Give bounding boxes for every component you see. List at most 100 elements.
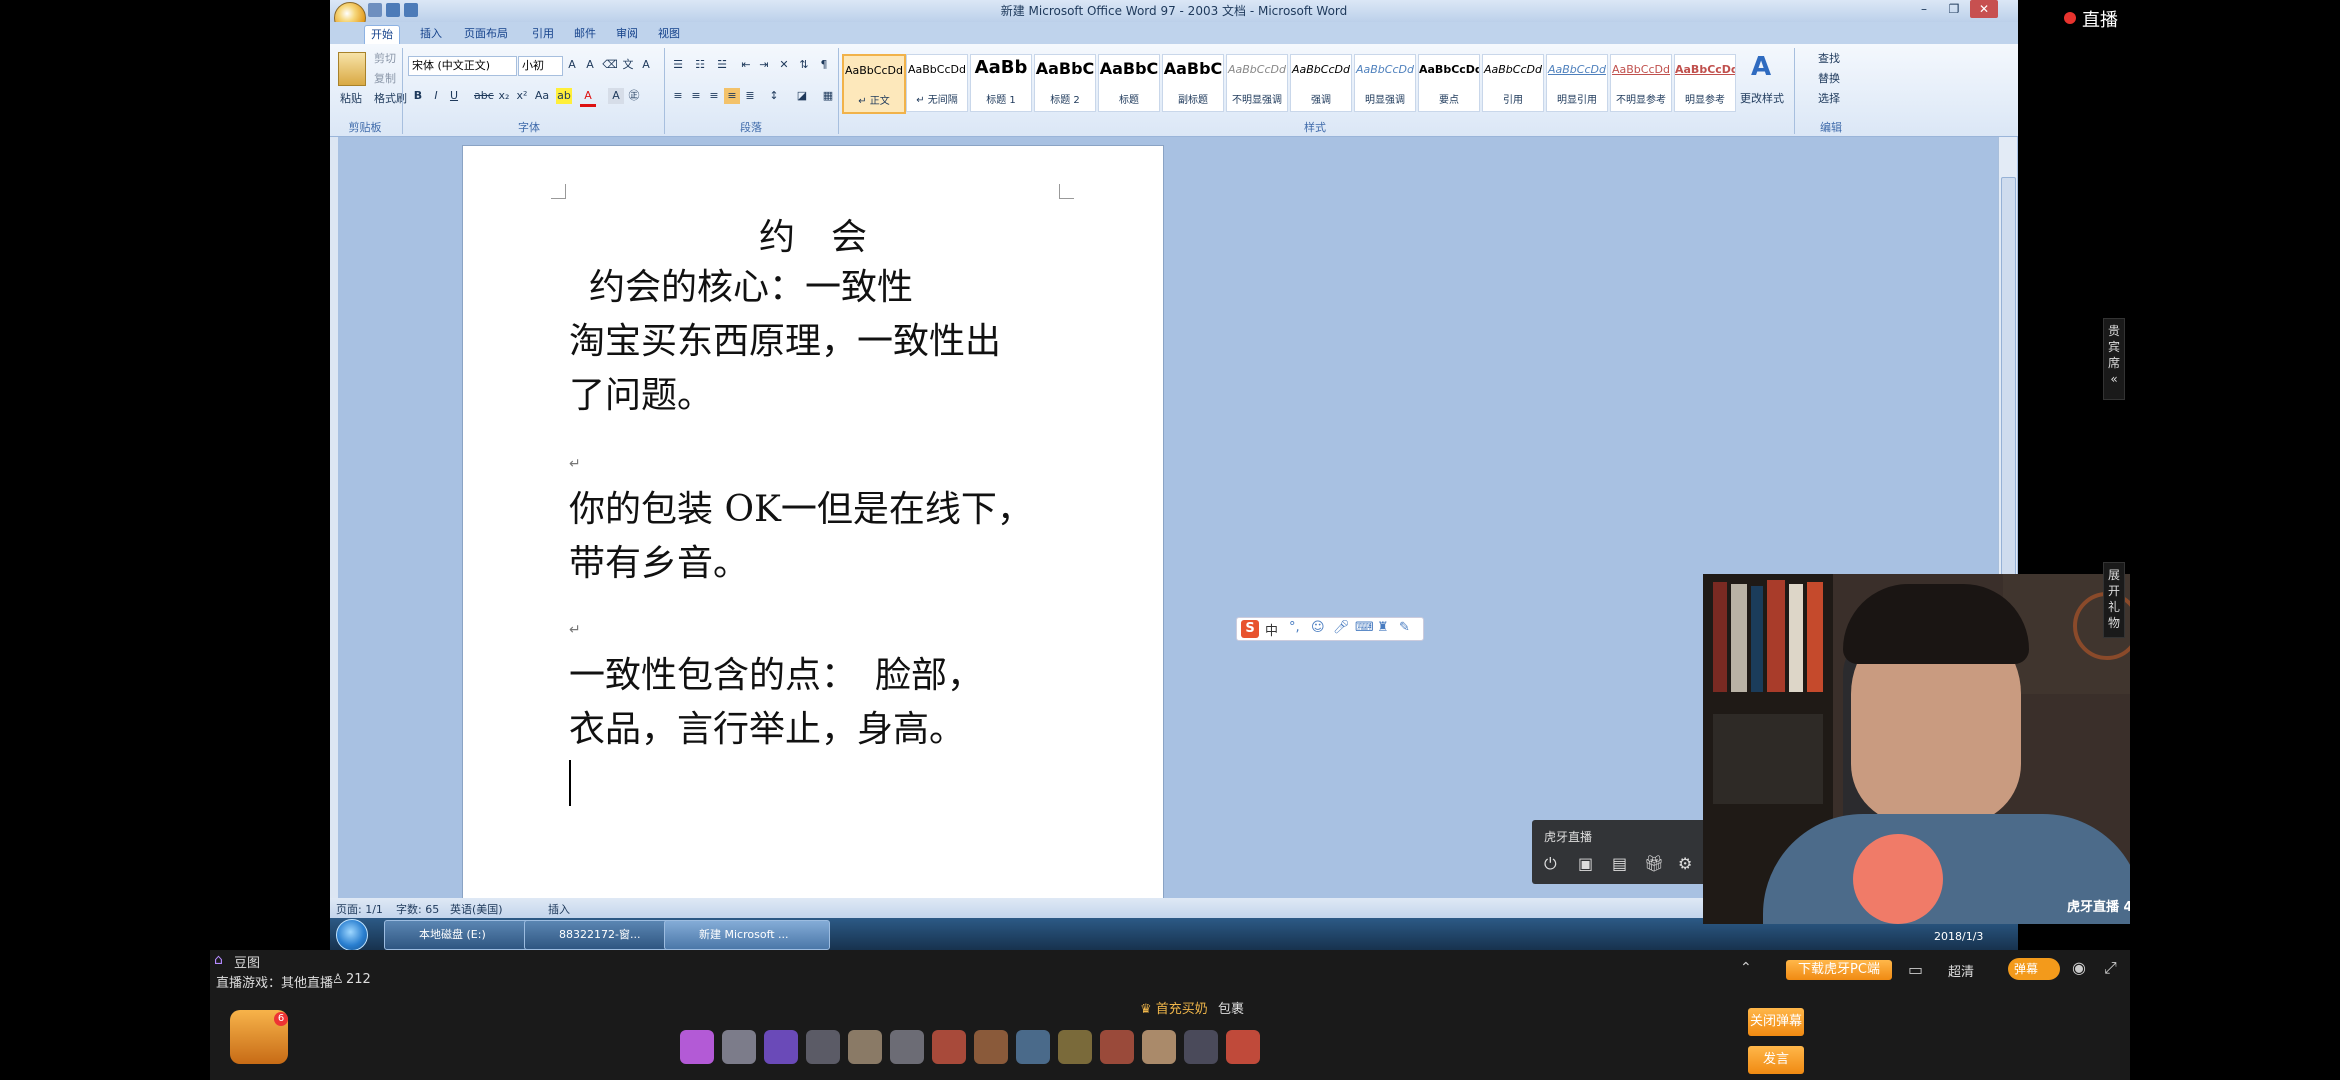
char-border-icon[interactable]: A bbox=[638, 57, 654, 73]
font-name-select[interactable]: 宋体 (中文正文) bbox=[408, 56, 517, 76]
underline-icon[interactable]: U bbox=[446, 88, 462, 104]
bullets-icon[interactable]: ☰ bbox=[670, 57, 686, 73]
grow-font-icon[interactable]: A bbox=[564, 57, 580, 73]
strikethrough-icon[interactable]: abc bbox=[474, 88, 494, 104]
package-link[interactable]: 包裹 bbox=[1218, 998, 1244, 1017]
shading-icon[interactable]: ◪ bbox=[794, 88, 810, 104]
settings-icon[interactable]: ⚙ bbox=[1678, 854, 1692, 873]
camera-icon[interactable]: ▤ bbox=[1612, 854, 1627, 873]
download-pc-button[interactable]: 下载虎牙PC端 bbox=[1786, 960, 1892, 980]
close-danmaku-button[interactable]: 关闭弹幕 bbox=[1748, 1008, 1804, 1036]
gift-item-icon[interactable] bbox=[1142, 1030, 1176, 1064]
chinese-layout-icon[interactable]: ✕ bbox=[776, 57, 792, 73]
change-styles-icon[interactable]: A bbox=[1746, 52, 1776, 82]
style-intense-emphasis[interactable]: AaBbCcDd 明显强调 bbox=[1354, 54, 1416, 112]
paste-label[interactable]: 粘贴 bbox=[340, 90, 362, 106]
gift-icon[interactable]: 🎁︎ bbox=[1644, 854, 1664, 873]
style-intense-quote[interactable]: AaBbCcDd 明显引用 bbox=[1546, 54, 1608, 112]
gift-item-icon[interactable] bbox=[932, 1030, 966, 1064]
style-strong[interactable]: AaBbCcDd 要点 bbox=[1418, 54, 1480, 112]
select-button[interactable]: 选择 bbox=[1818, 90, 1840, 106]
gift-item-icon[interactable] bbox=[1100, 1030, 1134, 1064]
ime-punct-icon[interactable]: °, bbox=[1289, 620, 1300, 635]
style-quote[interactable]: AaBbCcDd 引用 bbox=[1482, 54, 1544, 112]
channel-name[interactable]: 豆图 bbox=[234, 952, 260, 971]
start-button[interactable] bbox=[336, 919, 368, 950]
clear-format-icon[interactable]: ⌫ bbox=[602, 57, 618, 73]
tab-mailings[interactable]: 邮件 bbox=[568, 25, 602, 43]
quality-select[interactable]: 超清 bbox=[1948, 961, 1974, 980]
ime-skin-icon[interactable]: ♜ bbox=[1377, 620, 1389, 635]
ime-mode[interactable]: 中 bbox=[1265, 620, 1278, 639]
sogou-icon[interactable]: S bbox=[1241, 620, 1259, 638]
find-button[interactable]: 查找 bbox=[1818, 50, 1840, 66]
show-marks-icon[interactable]: ¶ bbox=[816, 57, 832, 73]
copy-button[interactable]: 复制 bbox=[374, 70, 396, 86]
font-size-select[interactable]: 小初 bbox=[518, 56, 563, 76]
status-word-count[interactable]: 字数: 65 bbox=[396, 901, 439, 917]
style-emphasis[interactable]: AaBbCcDd 强调 bbox=[1290, 54, 1352, 112]
gift-item-icon[interactable] bbox=[764, 1030, 798, 1064]
status-page[interactable]: 页面: 1/1 bbox=[336, 901, 383, 917]
style-heading-2[interactable]: AaBbC 标题 2 bbox=[1034, 54, 1096, 112]
maximize-icon[interactable]: ❐ bbox=[1940, 0, 1968, 18]
ime-voice-icon[interactable]: 🎤︎ bbox=[1333, 620, 1350, 635]
status-language[interactable]: 英语(美国) bbox=[450, 901, 503, 917]
minimize-icon[interactable]: – bbox=[1910, 0, 1938, 18]
change-case-icon[interactable]: Aa bbox=[534, 88, 550, 104]
chat-icon[interactable]: ▣ bbox=[1578, 854, 1593, 873]
ime-toolbar[interactable]: S 中 °, ☺ 🎤︎ ⌨ ♜ ✎ bbox=[1236, 617, 1424, 641]
tab-insert[interactable]: 插入 bbox=[414, 25, 448, 43]
style-no-spacing[interactable]: AaBbCcDd ↵ 无间隔 bbox=[906, 54, 968, 112]
channel-category[interactable]: 直播游戏：其他直播 bbox=[216, 972, 333, 991]
first-charge-link[interactable]: ♛ 首充买奶 bbox=[1140, 998, 1208, 1017]
line-spacing-icon[interactable]: ↕ bbox=[766, 88, 782, 104]
enclosed-char-icon[interactable]: ㊣ bbox=[626, 88, 642, 104]
align-left-icon[interactable]: ≡ bbox=[670, 88, 686, 104]
ime-tools-icon[interactable]: ✎ bbox=[1399, 620, 1410, 635]
sort-icon[interactable]: ⇅ bbox=[796, 57, 812, 73]
close-icon[interactable]: ✕ bbox=[1970, 0, 1998, 18]
shrink-font-icon[interactable]: A bbox=[582, 57, 598, 73]
style-heading-1[interactable]: AaBb 标题 1 bbox=[970, 54, 1032, 112]
multilevel-list-icon[interactable]: ☱ bbox=[714, 57, 730, 73]
highlight-icon[interactable]: ab bbox=[556, 88, 572, 104]
phonetic-icon[interactable]: 文 bbox=[620, 57, 636, 73]
italic-icon[interactable]: I bbox=[428, 88, 444, 104]
style-normal[interactable]: AaBbCcDd ↵ 正文 bbox=[842, 54, 906, 114]
fullscreen-window-icon[interactable]: ▭ bbox=[1908, 960, 1928, 980]
huya-mini-panel[interactable]: 虎牙直播 ⏻ ▣ ▤ 🎁︎ ⚙ bbox=[1532, 820, 1722, 884]
style-subtle-reference[interactable]: AaBbCcDd 不明显参考 bbox=[1610, 54, 1672, 112]
increase-indent-icon[interactable]: ⇥ bbox=[756, 57, 772, 73]
gift-item-icon[interactable] bbox=[722, 1030, 756, 1064]
distributed-icon[interactable]: ≣ bbox=[742, 88, 758, 104]
superscript-icon[interactable]: x² bbox=[514, 88, 530, 104]
gift-item-icon[interactable] bbox=[890, 1030, 924, 1064]
tab-page-layout[interactable]: 页面布局 bbox=[458, 25, 514, 43]
replace-button[interactable]: 替换 bbox=[1818, 70, 1840, 86]
char-shading-icon[interactable]: A bbox=[608, 88, 624, 104]
gift-item-icon[interactable] bbox=[1184, 1030, 1218, 1064]
cut-button[interactable]: 剪切 bbox=[374, 50, 396, 66]
change-styles-label[interactable]: 更改样式 bbox=[1736, 90, 1788, 106]
paste-icon[interactable] bbox=[338, 52, 366, 86]
style-subtle-emphasis[interactable]: AaBbCcDd 不明显强调 bbox=[1226, 54, 1288, 112]
tab-view[interactable]: 视图 bbox=[652, 25, 686, 43]
bold-icon[interactable]: B bbox=[410, 88, 426, 104]
align-center-icon[interactable]: ≡ bbox=[688, 88, 704, 104]
document-page[interactable]: 约 会 约会的核心：一致性 淘宝买东西原理，一致性出 了问题。 ↵ 你的包装 O… bbox=[462, 145, 1164, 901]
gift-item-icon[interactable] bbox=[680, 1030, 714, 1064]
numbering-icon[interactable]: ☷ bbox=[692, 57, 708, 73]
gift-item-icon[interactable] bbox=[806, 1030, 840, 1064]
redo-icon[interactable] bbox=[404, 3, 418, 17]
align-right-icon[interactable]: ≡ bbox=[706, 88, 722, 104]
ime-emoji-icon[interactable]: ☺ bbox=[1311, 620, 1325, 635]
gift-item-icon[interactable] bbox=[1058, 1030, 1092, 1064]
tab-home[interactable]: 开始 bbox=[364, 25, 400, 44]
vip-seat-tab[interactable]: 贵宾席 « bbox=[2103, 318, 2125, 400]
gift-item-icon[interactable] bbox=[1226, 1030, 1260, 1064]
font-color-icon[interactable]: A bbox=[580, 88, 596, 107]
style-title[interactable]: AaBbC 标题 bbox=[1098, 54, 1160, 112]
subscript-icon[interactable]: x₂ bbox=[496, 88, 512, 104]
power-icon[interactable]: ⏻ bbox=[1544, 854, 1557, 874]
